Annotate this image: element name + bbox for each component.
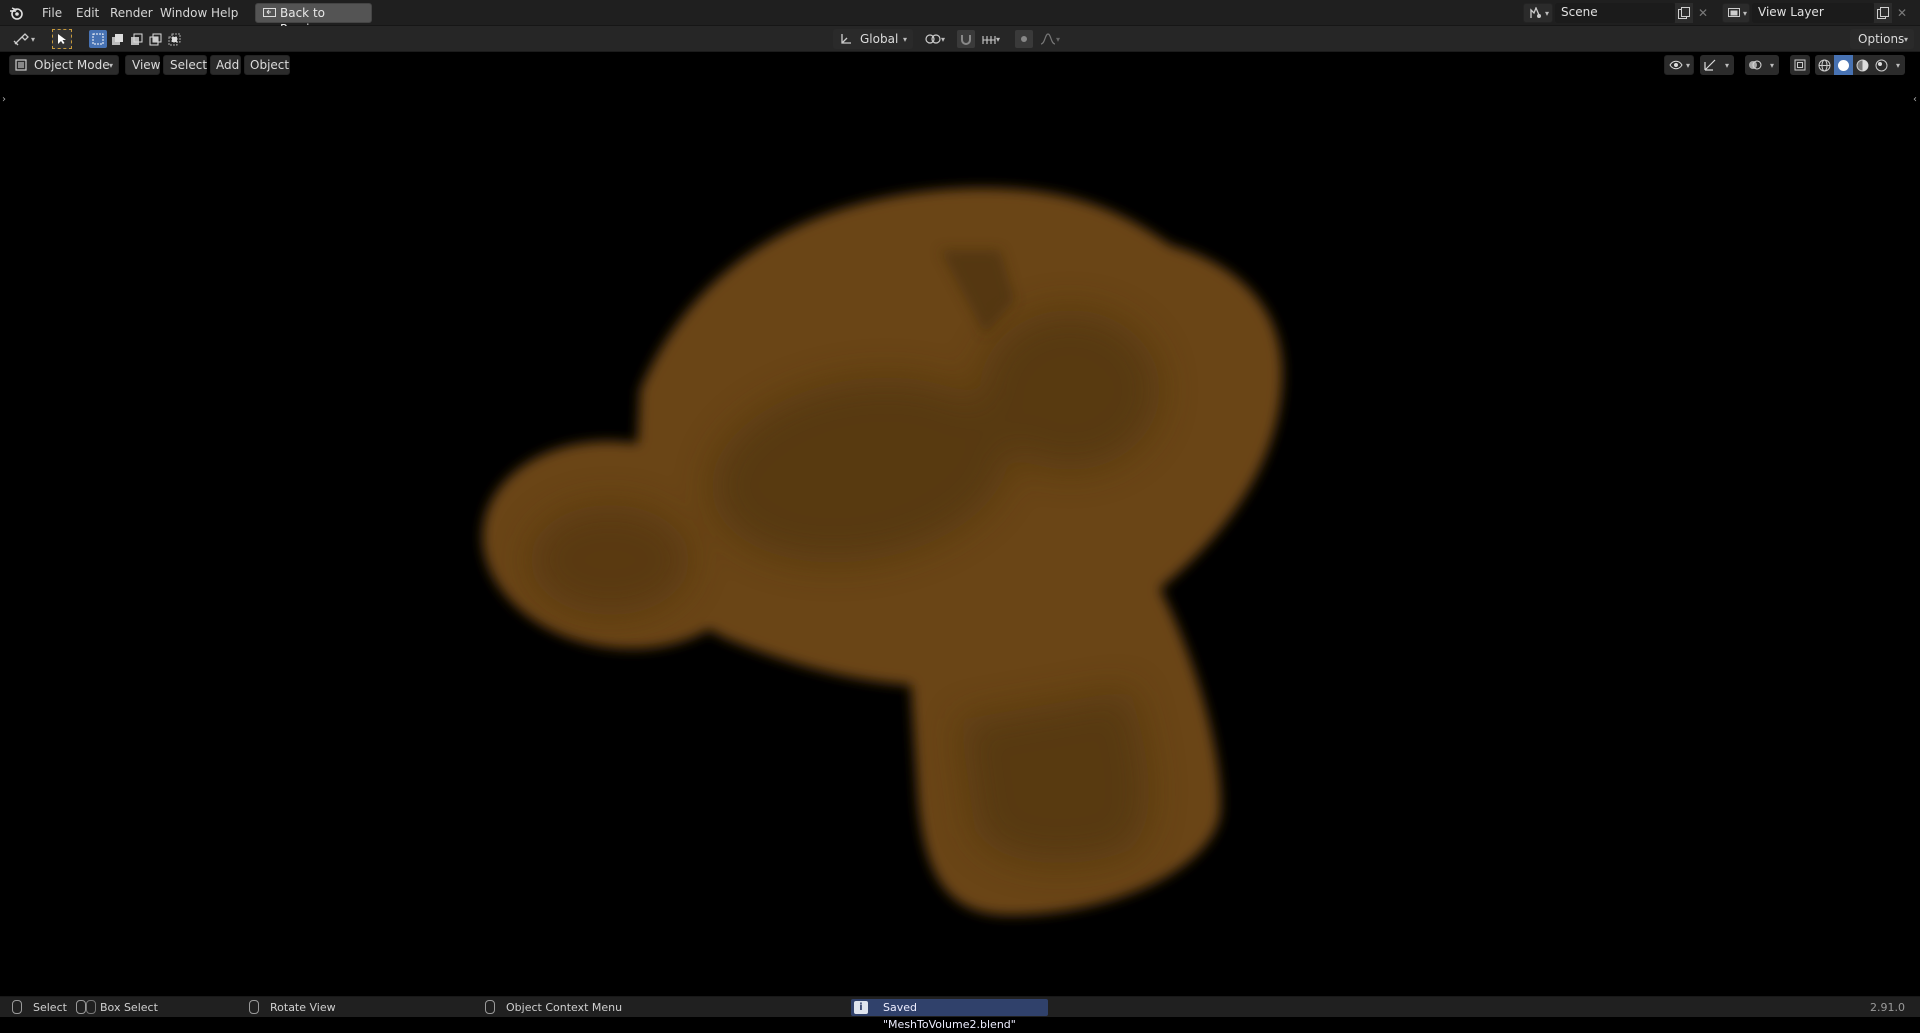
menu-file[interactable]: File (37, 4, 67, 22)
chevron-down-icon: ▾ (940, 34, 945, 44)
interaction-mode-dropdown[interactable]: Object Mode ▾ (9, 55, 119, 75)
render-layers-icon (1727, 7, 1741, 21)
report-banner[interactable]: i Saved "MeshToVolume2.blend" (851, 999, 1048, 1031)
menu-add-label: Add (216, 58, 240, 72)
top-bar: File Edit Render Window Help Back to Pre… (0, 0, 1920, 36)
volume-monkey-render (482, 188, 1283, 915)
toggle-xray-icon[interactable] (1790, 55, 1810, 75)
chevron-down-icon: ▾ (1742, 8, 1747, 18)
menu-select[interactable]: Select (163, 55, 207, 75)
shading-rendered-icon[interactable] (1872, 55, 1891, 75)
shading-solid-icon[interactable] (1834, 55, 1853, 75)
blender-logo-icon[interactable] (8, 5, 24, 21)
menu-view-label: View (132, 58, 161, 72)
menu-view[interactable]: View (125, 55, 160, 75)
chevron-down-icon: ▾ (1055, 34, 1060, 44)
toolbar-expand-chevron-icon[interactable]: › (0, 92, 8, 106)
viewport-header: Object Mode ▾ View Select Add Object ▾ ▾… (0, 52, 1920, 78)
eye-icon (1668, 58, 1684, 72)
menu-edit[interactable]: Edit (71, 4, 104, 22)
scene-browse-button[interactable]: ▾ (1523, 3, 1553, 23)
menu-window[interactable]: Window (155, 4, 212, 22)
chevron-down-icon: ▾ (1903, 34, 1908, 44)
chevron-down-icon: ▾ (30, 34, 35, 44)
menu-select-label: Select (170, 58, 208, 72)
shading-wireframe-icon[interactable] (1815, 55, 1834, 75)
object-visibility-dropdown[interactable]: ▾ (1664, 55, 1694, 75)
chevron-down-icon: ▾ (1685, 60, 1690, 70)
view-layer-name-field[interactable]: View Layer (1752, 3, 1874, 23)
mouse-left-click-icon (12, 1000, 22, 1014)
show-overlays-icon[interactable] (1745, 55, 1765, 75)
orientation-global-icon (838, 32, 852, 46)
menu-add[interactable]: Add (210, 55, 241, 75)
tool-header: ▾ Global ▾ ▾ ▾ ▾ Options ▾ (0, 26, 1920, 52)
pivot-point-icon[interactable]: ▾ (920, 30, 950, 48)
mode-extend-selection-icon[interactable] (108, 30, 126, 48)
chevron-down-icon: ▾ (995, 34, 1000, 44)
menu-object-label: Object (250, 58, 290, 72)
options-label: Options (1858, 32, 1905, 46)
back-to-previous-button[interactable]: Back to Previous (255, 3, 372, 36)
proportional-editing-icon[interactable] (1015, 30, 1033, 48)
chevron-down-icon: ▾ (108, 60, 113, 70)
view-layer-browse-button[interactable]: ▾ (1722, 3, 1750, 23)
mouse-middle-click-icon (86, 1000, 96, 1014)
status-context-menu: Object Context Menu (506, 1001, 623, 1014)
mouse-middle-button-icon (249, 1000, 259, 1014)
menu-render[interactable]: Render (105, 4, 158, 22)
chevron-down-icon: ▾ (902, 34, 907, 44)
object-mode-icon (14, 58, 28, 72)
interaction-mode-value: Object Mode (34, 58, 110, 72)
status-rotate-view: Rotate View (270, 1001, 336, 1014)
mouse-right-click-icon (485, 1000, 495, 1014)
transform-orientation-dropdown[interactable]: Global ▾ (833, 29, 913, 49)
mode-subtract-selection-icon[interactable] (127, 30, 145, 48)
snap-increment-icon[interactable]: ▾ (976, 30, 1006, 48)
menu-object[interactable]: Object (244, 55, 290, 75)
chevron-down-icon: ▾ (1544, 8, 1549, 18)
screen-back-icon (262, 6, 276, 20)
menu-help[interactable]: Help (206, 4, 243, 22)
options-dropdown[interactable]: Options ▾ (1850, 29, 1914, 49)
new-view-layer-icon[interactable] (1874, 3, 1892, 23)
sidebar-expand-chevron-icon[interactable]: ‹ (1911, 92, 1919, 106)
status-box-select: Box Select (100, 1001, 158, 1014)
mode-intersect-selection-icon[interactable] (165, 30, 183, 48)
gizmo-options-chevron-icon[interactable]: ▾ (1720, 55, 1734, 75)
delete-scene-close-icon[interactable]: ✕ (1695, 3, 1711, 23)
new-scene-icon[interactable] (1675, 3, 1693, 23)
snap-toggle-magnet-icon[interactable] (957, 30, 975, 48)
mode-new-selection-icon[interactable] (89, 30, 107, 48)
mouse-drag-icon (76, 1000, 86, 1014)
3d-viewport[interactable] (0, 52, 1920, 996)
status-select: Select (33, 1001, 67, 1014)
scene-icon (1528, 6, 1542, 20)
mode-invert-selection-icon[interactable] (146, 30, 164, 48)
info-icon: i (854, 1001, 868, 1014)
version-label: 2.91.0 (1870, 1001, 1905, 1014)
editor-type-icon[interactable]: ▾ (10, 30, 38, 48)
transform-orientation-value: Global (860, 32, 899, 46)
delete-view-layer-close-icon[interactable]: ✕ (1894, 3, 1910, 23)
overlay-options-chevron-icon[interactable]: ▾ (1765, 55, 1779, 75)
shading-options-chevron-icon[interactable]: ▾ (1891, 55, 1905, 75)
scene-name-field[interactable]: Scene (1555, 3, 1675, 23)
report-message: Saved "MeshToVolume2.blend" (883, 1001, 1016, 1031)
show-gizmo-icon[interactable] (1700, 55, 1720, 75)
proportional-falloff-curve-icon[interactable]: ▾ (1035, 30, 1065, 48)
status-bar: Select Box Select Rotate View Object Con… (0, 996, 1920, 1031)
select-tool-cursor-icon[interactable] (52, 29, 72, 49)
shading-material-preview-icon[interactable] (1853, 55, 1872, 75)
